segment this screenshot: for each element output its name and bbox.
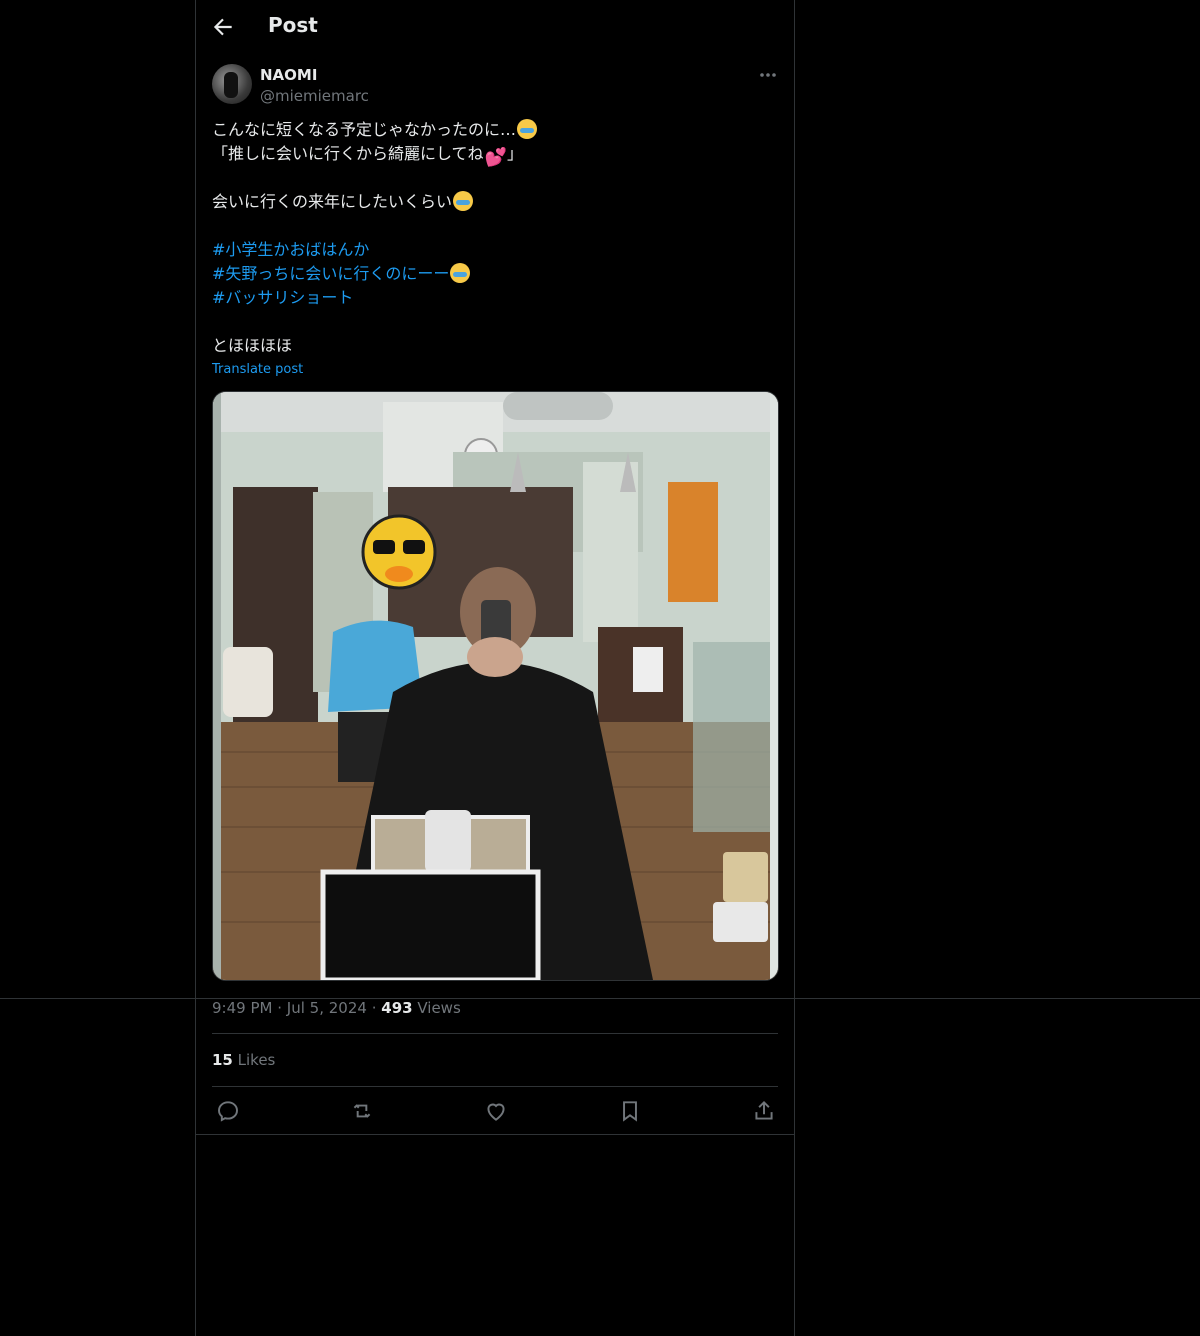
divider bbox=[212, 1033, 778, 1034]
salon-mirror-selfie-image bbox=[213, 392, 778, 980]
hashtag-link[interactable]: #矢野っちに会いに行くのにーー bbox=[212, 264, 449, 283]
separator-dot: · bbox=[277, 999, 283, 1017]
share-icon[interactable] bbox=[751, 1098, 777, 1124]
separator-dot: · bbox=[371, 999, 377, 1017]
like-icon[interactable] bbox=[483, 1098, 509, 1124]
views-count: 493 bbox=[381, 999, 413, 1017]
back-arrow-icon[interactable] bbox=[210, 14, 236, 40]
hashtag-link[interactable]: #小学生かおばはんか bbox=[212, 240, 369, 259]
divider bbox=[212, 1086, 778, 1087]
repost-icon[interactable] bbox=[349, 1098, 375, 1124]
avatar[interactable] bbox=[212, 64, 252, 104]
post-line-4: とほほほほ bbox=[212, 336, 293, 355]
likes-stat[interactable]: 15 Likes bbox=[212, 1051, 275, 1069]
action-bar bbox=[196, 1098, 794, 1124]
post-date[interactable]: Jul 5, 2024 bbox=[287, 999, 367, 1017]
post-column: Post NAOMI @miemiemarc こんなに短くなる予定じゃなかったの… bbox=[195, 0, 795, 1336]
more-options-icon[interactable] bbox=[756, 66, 780, 84]
post-metadata: 9:49 PM · Jul 5, 2024 · 493 Views bbox=[212, 998, 461, 1018]
post-time[interactable]: 9:49 PM bbox=[212, 999, 272, 1017]
post-line-2-end: 」 bbox=[506, 144, 523, 163]
post-photo[interactable] bbox=[212, 391, 779, 981]
likes-count: 15 bbox=[212, 1051, 233, 1069]
page-title: Post bbox=[268, 13, 318, 37]
post-text: こんなに短くなる予定じゃなかったのに… 「推しに会いに行くから綺麗にしてね💕」 … bbox=[212, 118, 772, 358]
reply-icon[interactable] bbox=[215, 1098, 241, 1124]
crying-emoji-icon bbox=[453, 191, 474, 211]
post-line-1: こんなに短くなる予定じゃなかったのに… bbox=[212, 120, 517, 139]
divider bbox=[196, 1134, 794, 1135]
post-line-2: 「推しに会いに行くから綺麗にしてね bbox=[212, 144, 484, 163]
bookmark-icon[interactable] bbox=[617, 1098, 643, 1124]
likes-label: Likes bbox=[237, 1051, 276, 1069]
views-label: Views bbox=[417, 999, 461, 1017]
post-line-3: 会いに行くの来年にしたいくらい bbox=[212, 192, 453, 211]
crying-emoji-icon bbox=[450, 263, 471, 283]
author-handle[interactable]: @miemiemarc bbox=[260, 87, 369, 105]
crying-emoji-icon bbox=[517, 119, 538, 139]
hashtag-link[interactable]: #バッサリショート bbox=[212, 288, 353, 307]
author-name[interactable]: NAOMI bbox=[260, 66, 317, 84]
translate-post-link[interactable]: Translate post bbox=[212, 362, 303, 377]
post-header: Post bbox=[196, 0, 794, 53]
two-hearts-emoji-icon: 💕 bbox=[484, 147, 507, 168]
